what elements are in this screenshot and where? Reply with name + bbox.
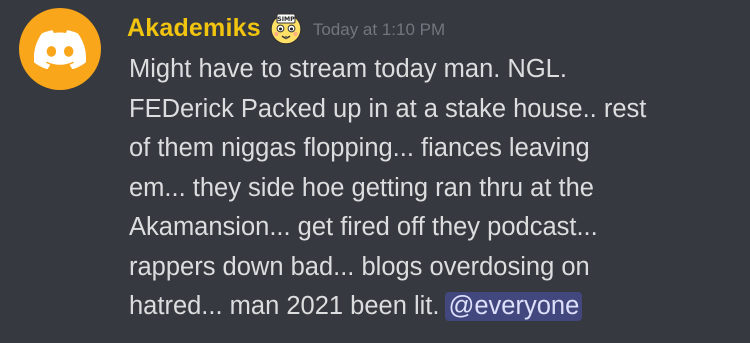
everyone-mention[interactable]: @everyone [445, 292, 583, 321]
chat-message: Akademiks SIMP Today at 1:10 PM Might ha… [0, 0, 750, 343]
message-line: Might have to stream today man. NGL. [129, 55, 567, 83]
timestamp[interactable]: Today at 1:10 PM [313, 20, 445, 40]
avatar[interactable] [19, 8, 101, 90]
message-line: Akamansion... get fired off they podcast… [129, 213, 598, 241]
message-line-last: hatred... man 2021 been lit. @everyone [129, 287, 729, 327]
username[interactable]: Akademiks [127, 14, 261, 43]
message-line-text: hatred... man 2021 been lit. [129, 292, 440, 320]
message-content: Might have to stream today man. NGL. FED… [129, 50, 729, 327]
discord-logo-icon [34, 30, 86, 69]
simp-emoji-badge-icon: SIMP [270, 13, 302, 45]
message-line: of them niggas flopping... fiances leavi… [129, 134, 590, 162]
message-header: Akademiks SIMP Today at 1:10 PM [127, 8, 445, 48]
svg-text:SIMP: SIMP [277, 16, 295, 23]
message-line: FEDerick Packed up in at a stake house..… [129, 94, 647, 123]
message-line: em... they side hoe getting ran thru at … [129, 173, 594, 202]
message-line: rappers down bad... blogs overdosing on [129, 252, 590, 281]
